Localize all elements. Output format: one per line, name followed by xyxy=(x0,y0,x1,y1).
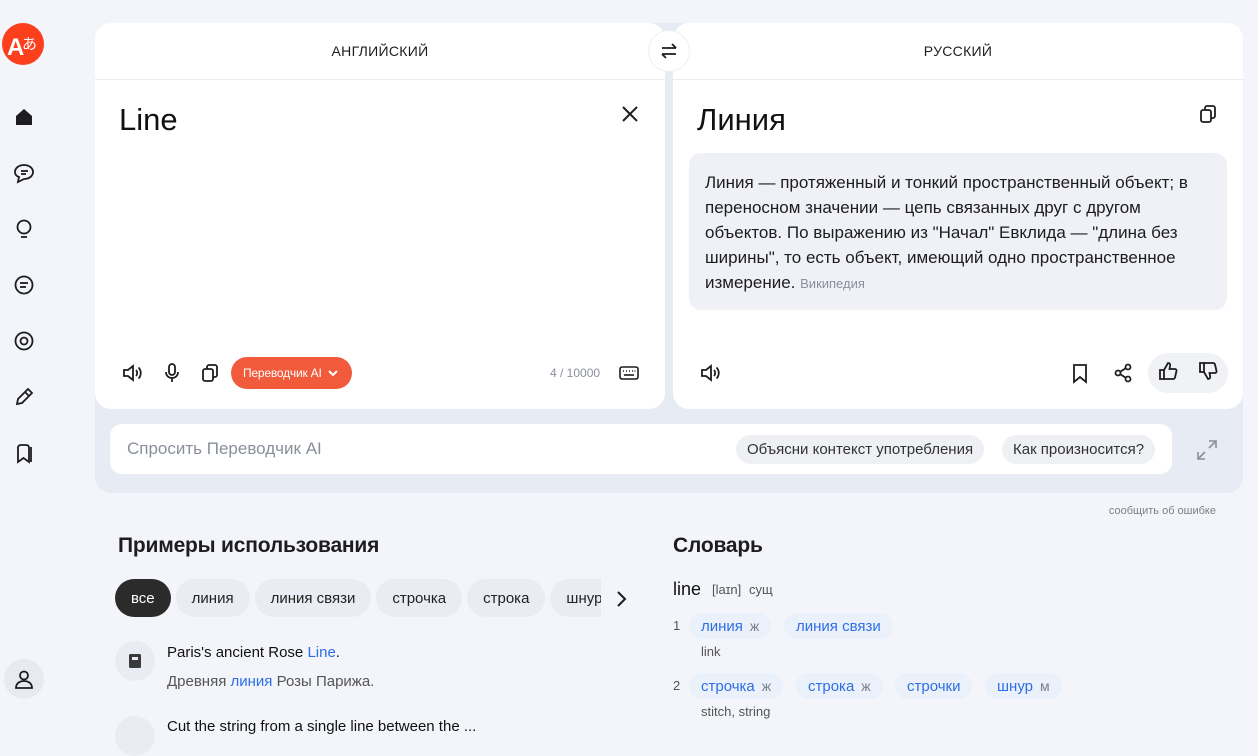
keyboard-icon[interactable] xyxy=(613,357,645,389)
source-text[interactable]: Line xyxy=(119,102,178,138)
translation-chip[interactable]: строка ж xyxy=(796,673,883,699)
book-icon xyxy=(115,716,155,756)
chat-icon[interactable] xyxy=(8,157,40,189)
target-card: РУССКИЙ Линия Линия — протяженный и тонк… xyxy=(673,23,1243,409)
document-icon[interactable] xyxy=(8,269,40,301)
translation-word: строчка xyxy=(701,677,755,695)
gender-label: м xyxy=(1040,678,1050,694)
svg-text:あ: あ xyxy=(22,35,37,53)
filter-chip[interactable]: все xyxy=(115,579,171,617)
copy-icon[interactable] xyxy=(194,357,226,389)
examples-title: Примеры использования xyxy=(118,534,380,557)
translation-chip[interactable]: линия ж xyxy=(689,613,772,639)
source-card: АНГЛИЙСКИЙ Line Переводчик AI 4 / 10000 xyxy=(95,23,665,409)
chevron-down-icon xyxy=(327,370,338,377)
example-text: Розы Парижа. xyxy=(272,673,375,690)
definition-text: Линия — протяженный и тонкий пространств… xyxy=(705,173,1188,292)
filter-chip[interactable]: строчка xyxy=(376,579,463,617)
target-language-selector[interactable]: РУССКИЙ xyxy=(673,23,1243,80)
example-source: Cut the string from a single line betwee… xyxy=(167,718,477,735)
synonyms: stitch, string xyxy=(701,704,771,719)
thumbs-down-icon[interactable] xyxy=(1197,360,1219,387)
translation-word: шнур xyxy=(997,677,1033,695)
bookmark-icon[interactable] xyxy=(1064,357,1096,389)
translated-text: Линия xyxy=(697,102,786,137)
source-language-selector[interactable]: АНГЛИЙСКИЙ xyxy=(95,23,665,80)
wikipedia-definition: Линия — протяженный и тонкий пространств… xyxy=(689,153,1227,310)
part-of-speech: сущ xyxy=(749,582,773,597)
filter-chip[interactable]: линия связи xyxy=(254,579,372,617)
example-text: . xyxy=(335,644,340,661)
user-icon[interactable] xyxy=(4,659,44,699)
copy-icon[interactable] xyxy=(1197,103,1219,125)
swap-languages-icon[interactable] xyxy=(648,30,690,72)
close-icon[interactable] xyxy=(619,103,641,125)
definition-source[interactable]: Википедия xyxy=(800,276,865,291)
camera-icon[interactable] xyxy=(8,325,40,357)
speaker-icon[interactable] xyxy=(694,357,726,389)
example-highlight: линия xyxy=(230,673,273,690)
transcription: [laɪn] xyxy=(712,582,742,597)
translation-word: линия связи xyxy=(796,617,881,635)
report-error-link[interactable]: сообщить об ошибке xyxy=(1109,505,1216,517)
filter-chip[interactable]: шнур xyxy=(550,579,601,617)
synonyms: link xyxy=(701,644,721,659)
lightbulb-icon[interactable] xyxy=(8,213,40,245)
ai-translator-button[interactable]: Переводчик AI xyxy=(231,357,352,389)
example-source: Paris's ancient Rose Line. xyxy=(167,644,340,661)
translation-chip[interactable]: строчка ж xyxy=(689,673,784,699)
ask-ai-input[interactable] xyxy=(127,424,687,474)
pencil-icon[interactable] xyxy=(8,381,40,413)
feedback-group xyxy=(1148,353,1228,393)
suggestion-chip[interactable]: Объясни контекст употребления xyxy=(736,435,985,464)
translation-chip[interactable]: строчки xyxy=(895,673,973,699)
translation-word: линия xyxy=(701,617,743,635)
sense-number: 2 xyxy=(673,678,681,693)
dictionary-word: line xyxy=(673,579,702,599)
translation-word: строчки xyxy=(907,677,961,695)
chevron-right-icon[interactable] xyxy=(608,586,634,612)
example-text: Paris's ancient Rose xyxy=(167,644,308,661)
dictionary-title: Словарь xyxy=(673,534,763,557)
char-counter: 4 / 10000 xyxy=(550,366,601,380)
translation-chip[interactable]: линия связи xyxy=(784,613,893,639)
filter-chip[interactable]: линия xyxy=(175,579,250,617)
gender-label: ж xyxy=(749,618,760,634)
example-translation: Древняя линия Розы Парижа. xyxy=(167,673,374,690)
gender-label: ж xyxy=(861,678,871,694)
home-icon[interactable] xyxy=(8,101,40,133)
examples-filter: все линия линия связи строчка строка шну… xyxy=(115,579,601,617)
ai-translator-label: Переводчик AI xyxy=(243,366,322,380)
thumbs-up-icon[interactable] xyxy=(1157,360,1179,387)
microphone-icon[interactable] xyxy=(156,357,188,389)
book-icon xyxy=(115,641,155,681)
translation-chip[interactable]: шнур м xyxy=(985,673,1062,699)
expand-icon[interactable] xyxy=(1194,437,1220,463)
ask-ai-bar: Объясни контекст употребления Как произн… xyxy=(110,424,1172,474)
sense-number: 1 xyxy=(673,618,681,633)
sidebar: A あ xyxy=(0,0,48,726)
filter-chip[interactable]: строка xyxy=(467,579,546,617)
example-highlight: Line xyxy=(307,644,336,661)
bookmarks-icon[interactable] xyxy=(8,437,40,469)
suggestion-chip[interactable]: Как произносится? xyxy=(1002,435,1156,464)
example-text: Древняя xyxy=(167,673,231,690)
share-icon[interactable] xyxy=(1107,357,1139,389)
translate-logo[interactable]: A あ xyxy=(2,23,44,65)
translation-word: строка xyxy=(808,677,855,695)
speaker-icon[interactable] xyxy=(116,357,148,389)
gender-label: ж xyxy=(761,678,772,694)
